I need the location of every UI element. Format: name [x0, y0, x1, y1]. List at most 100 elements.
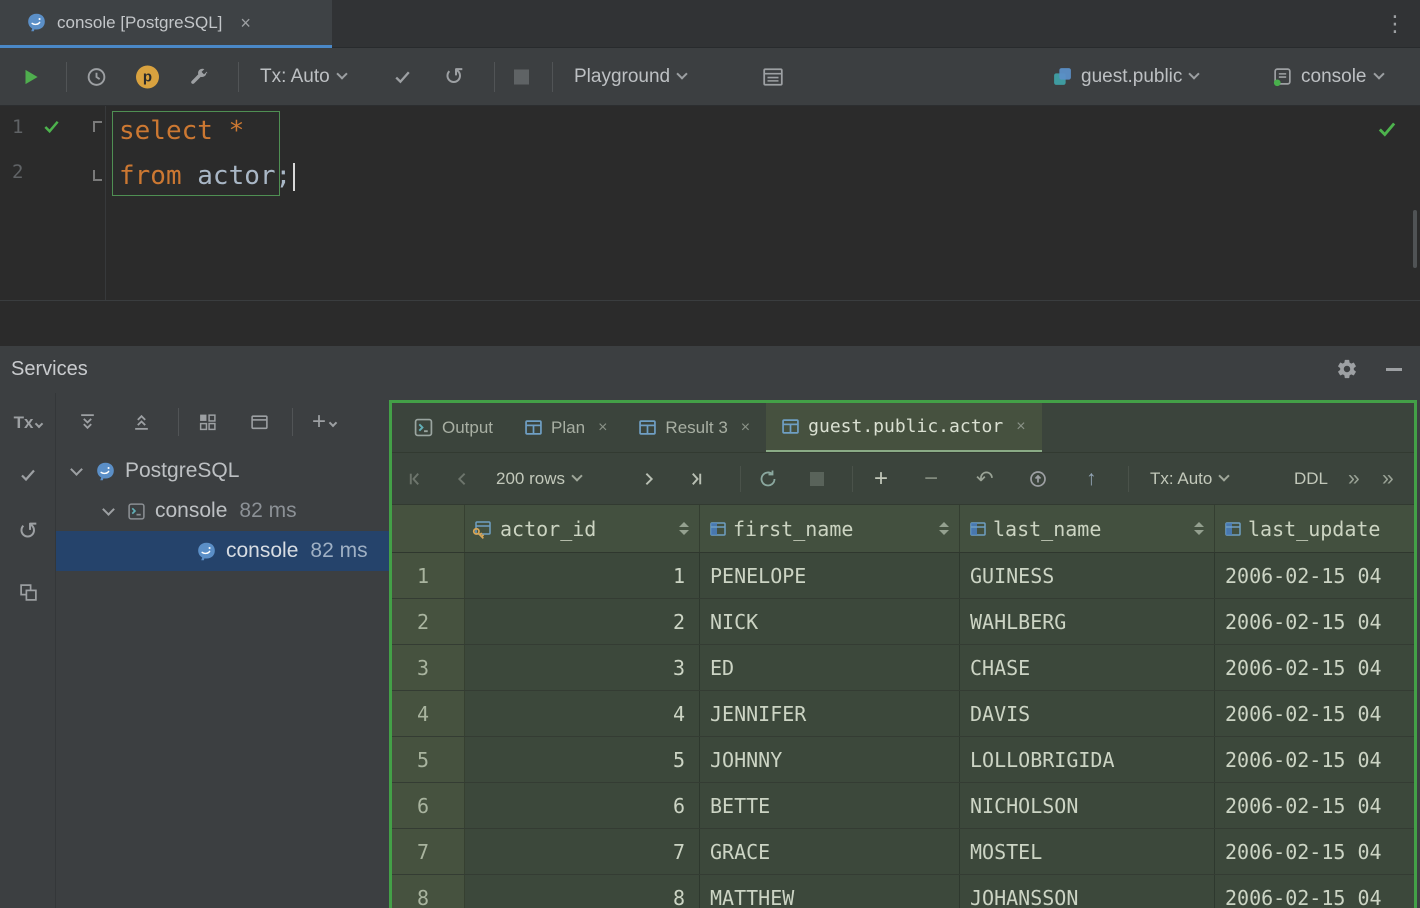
editor-scrollbar[interactable]: [1413, 210, 1417, 268]
next-page-icon[interactable]: [640, 470, 657, 487]
row-number-cell[interactable]: 6: [392, 783, 465, 828]
commit-upload-icon[interactable]: ↑: [1086, 467, 1097, 491]
output-layout-icon[interactable]: [762, 66, 784, 88]
commit-icon[interactable]: [0, 465, 56, 485]
column-header-actor-id[interactable]: actor_id: [465, 505, 700, 552]
page-size-dropdown[interactable]: 200 rows: [496, 469, 581, 489]
cell-first-name[interactable]: JENNIFER: [700, 691, 960, 736]
cell-first-name[interactable]: BETTE: [700, 783, 960, 828]
tab-guest-public-actor[interactable]: guest.public.actor ×: [766, 403, 1041, 452]
cell-last-update[interactable]: 2006-02-15 04: [1215, 645, 1414, 690]
first-page-icon[interactable]: [406, 470, 423, 487]
cell-last-name[interactable]: GUINESS: [960, 553, 1215, 598]
more-options-kebab-icon[interactable]: ⋮: [1384, 11, 1406, 37]
expand-all-icon[interactable]: [78, 413, 97, 432]
schema-selector[interactable]: guest.public: [1052, 66, 1198, 88]
cell-actor-id[interactable]: 3: [465, 645, 700, 690]
tab-console-postgresql[interactable]: console [PostgreSQL] ×: [0, 0, 332, 48]
cell-first-name[interactable]: MATTHEW: [700, 875, 960, 908]
submit-icon[interactable]: [1028, 469, 1048, 489]
group-services-icon[interactable]: [198, 413, 217, 432]
playground-dropdown[interactable]: Playground: [574, 66, 686, 88]
editor-splitter[interactable]: [0, 300, 1420, 301]
cell-last-update[interactable]: 2006-02-15 04: [1215, 875, 1414, 908]
chevron-down-icon[interactable]: [70, 463, 83, 476]
row-number-cell[interactable]: 4: [392, 691, 465, 736]
row-number-cell[interactable]: 1: [392, 553, 465, 598]
cell-first-name[interactable]: ED: [700, 645, 960, 690]
add-service-button[interactable]: +: [312, 408, 336, 436]
profile-badge-icon[interactable]: p: [136, 65, 159, 88]
cell-actor-id[interactable]: 7: [465, 829, 700, 874]
table-row[interactable]: 8 8 MATTHEW JOHANSSON 2006-02-15 04: [392, 875, 1414, 908]
cell-last-name[interactable]: CHASE: [960, 645, 1215, 690]
corner-cell[interactable]: [392, 505, 465, 552]
code-area[interactable]: select * from actor;: [106, 106, 1420, 199]
split-windows-icon[interactable]: [0, 583, 56, 602]
cell-last-update[interactable]: 2006-02-15 04: [1215, 599, 1414, 644]
cell-actor-id[interactable]: 5: [465, 737, 700, 782]
table-row[interactable]: 7 7 GRACE MOSTEL 2006-02-15 04: [392, 829, 1414, 875]
revert-changes-icon[interactable]: ↶: [976, 466, 994, 491]
rollback-button[interactable]: ↺: [444, 62, 464, 91]
column-header-last-update[interactable]: last_update: [1215, 505, 1414, 552]
grid-tx-dropdown[interactable]: Tx: Auto: [1150, 469, 1228, 489]
table-row[interactable]: 6 6 BETTE NICHOLSON 2006-02-15 04: [392, 783, 1414, 829]
cell-last-name[interactable]: WAHLBERG: [960, 599, 1215, 644]
table-row[interactable]: 4 4 JENNIFER DAVIS 2006-02-15 04: [392, 691, 1414, 737]
close-icon[interactable]: ×: [598, 419, 607, 437]
tree-item-console-result[interactable]: console 82 ms: [56, 531, 389, 571]
close-icon[interactable]: ×: [1016, 418, 1025, 436]
tree-item-postgresql[interactable]: PostgreSQL: [56, 451, 389, 491]
cell-first-name[interactable]: NICK: [700, 599, 960, 644]
statement-executed-icon[interactable]: [42, 117, 61, 136]
cell-last-name[interactable]: NICHOLSON: [960, 783, 1215, 828]
stop-icon[interactable]: [810, 472, 824, 486]
chevron-down-icon[interactable]: [102, 503, 115, 516]
row-number-cell[interactable]: 5: [392, 737, 465, 782]
run-button[interactable]: [20, 66, 42, 88]
table-row[interactable]: 2 2 NICK WAHLBERG 2006-02-15 04: [392, 599, 1414, 645]
cell-actor-id[interactable]: 1: [465, 553, 700, 598]
table-row[interactable]: 5 5 JOHNNY LOLLOBRIGIDA 2006-02-15 04: [392, 737, 1414, 783]
sort-icon[interactable]: [679, 522, 689, 535]
row-number-cell[interactable]: 8: [392, 875, 465, 908]
tree-item-console-group[interactable]: console 82 ms: [56, 491, 389, 531]
cell-last-update[interactable]: 2006-02-15 04: [1215, 553, 1414, 598]
cell-actor-id[interactable]: 6: [465, 783, 700, 828]
code-line-1[interactable]: select *: [106, 109, 1420, 154]
table-row[interactable]: 3 3 ED CHASE 2006-02-15 04: [392, 645, 1414, 691]
previous-page-icon[interactable]: [454, 470, 471, 487]
settings-wrench-icon[interactable]: [188, 66, 209, 87]
collapse-all-icon[interactable]: [132, 413, 151, 432]
row-number-cell[interactable]: 2: [392, 599, 465, 644]
rollback-icon[interactable]: ↺: [0, 517, 56, 546]
cell-first-name[interactable]: GRACE: [700, 829, 960, 874]
column-header-last-name[interactable]: last_name: [960, 505, 1215, 552]
sql-editor[interactable]: 1 2 select * from actor;: [0, 106, 1420, 345]
history-clock-icon[interactable]: [86, 66, 107, 87]
row-number-cell[interactable]: 3: [392, 645, 465, 690]
tab-plan[interactable]: Plan ×: [509, 403, 623, 452]
cell-last-update[interactable]: 2006-02-15 04: [1215, 829, 1414, 874]
cell-actor-id[interactable]: 2: [465, 599, 700, 644]
close-icon[interactable]: ×: [240, 14, 251, 32]
hidden-toolbar-chevron-icon[interactable]: »: [1382, 467, 1394, 491]
cell-actor-id[interactable]: 8: [465, 875, 700, 908]
minimize-icon[interactable]: [1386, 360, 1404, 378]
services-panel-header[interactable]: Services: [0, 345, 1420, 393]
tab-output[interactable]: Output: [398, 403, 509, 452]
delete-row-icon[interactable]: −: [924, 465, 938, 493]
commit-button[interactable]: [392, 66, 413, 87]
table-row[interactable]: 1 1 PENELOPE GUINESS 2006-02-15 04: [392, 553, 1414, 599]
tx-mode-dropdown[interactable]: Tx: Auto: [260, 66, 346, 88]
cell-last-name[interactable]: LOLLOBRIGIDA: [960, 737, 1215, 782]
cell-first-name[interactable]: PENELOPE: [700, 553, 960, 598]
add-row-icon[interactable]: +: [874, 465, 888, 493]
stop-button[interactable]: [514, 69, 529, 84]
cell-last-update[interactable]: 2006-02-15 04: [1215, 783, 1414, 828]
last-page-icon[interactable]: [688, 470, 705, 487]
reload-page-icon[interactable]: [758, 469, 778, 489]
cell-last-update[interactable]: 2006-02-15 04: [1215, 691, 1414, 736]
sort-icon[interactable]: [939, 522, 949, 535]
